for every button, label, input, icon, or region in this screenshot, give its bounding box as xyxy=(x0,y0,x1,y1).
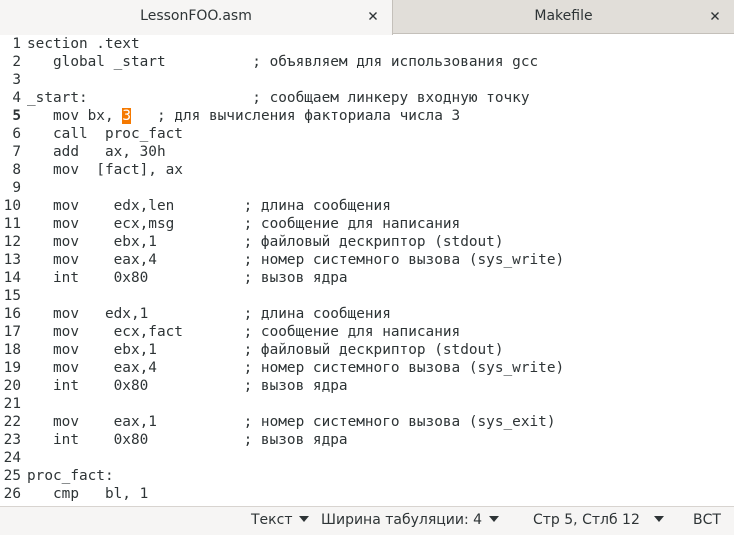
line-text: mov bx, 3 ; для вычисления факториала чи… xyxy=(27,107,460,125)
status-bar: Текст Ширина табуляции: 4 Стр 5, Стлб 12… xyxy=(0,506,734,535)
line-number: 18 xyxy=(3,342,21,358)
close-icon[interactable] xyxy=(708,9,722,23)
tab-width-selector[interactable]: Ширина табуляции: 4 xyxy=(321,512,500,528)
line-number: 17 xyxy=(3,324,21,340)
line-number: 16 xyxy=(3,306,21,322)
position-menu-button[interactable] xyxy=(654,512,664,528)
tab-makefile[interactable]: Makefile xyxy=(393,0,734,34)
line-number: 7 xyxy=(12,144,21,160)
line-number: 20 xyxy=(3,378,21,394)
line-text: section .text xyxy=(27,36,140,52)
line-number: 19 xyxy=(3,360,21,376)
line-text: mov ecx,fact ; сообщение для написания xyxy=(27,324,461,340)
tab-label: Makefile xyxy=(534,8,593,24)
close-icon[interactable] xyxy=(366,9,380,23)
line-text: mov edx,len ; длина сообщения xyxy=(27,198,391,214)
language-selector[interactable]: Текст xyxy=(251,512,310,528)
chevron-down-icon xyxy=(654,516,664,522)
line-text: call proc_fact xyxy=(27,126,183,142)
line-text: mov ecx,msg ; сообщение для написания xyxy=(27,216,461,232)
line-number: 3 xyxy=(12,72,21,88)
line-number: 14 xyxy=(3,270,21,286)
chevron-down-icon xyxy=(299,516,310,522)
line-number: 12 xyxy=(3,234,21,250)
line-text: mov [fact], ax xyxy=(27,162,183,178)
line-text: int 0x80 ; вызов ядра xyxy=(27,270,348,286)
line-number: 11 xyxy=(3,216,21,232)
line-text: int 0x80 ; вызов ядра xyxy=(27,378,348,394)
line-number: 13 xyxy=(3,252,21,268)
selected-text: 3 xyxy=(122,108,131,124)
line-number: 26 xyxy=(3,486,21,502)
line-number: 23 xyxy=(3,432,21,448)
line-text: global _start ; объявляем для использова… xyxy=(27,54,539,70)
tab-label: LessonFOO.asm xyxy=(140,8,252,24)
tab-lessonfoo-asm[interactable]: LessonFOO.asm xyxy=(0,0,393,35)
line-text: mov ebx,1 ; файловый дескриптор (stdout) xyxy=(27,342,504,358)
line-text: add ax, 30h xyxy=(27,144,166,160)
chevron-down-icon xyxy=(489,516,500,522)
line-number: 9 xyxy=(12,180,21,196)
line-number: 10 xyxy=(3,198,21,214)
line-number: 25 xyxy=(3,468,21,484)
line-number: 22 xyxy=(3,414,21,430)
line-number: 24 xyxy=(3,450,21,466)
code-editor[interactable]: 1 section .text 2 global _start ; объявляе… xyxy=(0,35,734,506)
line-number: 5 xyxy=(12,108,21,124)
line-number: 8 xyxy=(12,162,21,178)
tab-bar: LessonFOO.asm Makefile xyxy=(0,0,734,35)
line-text-before: mov bx, xyxy=(27,108,123,124)
line-text-after: ; для вычисления факториала числа 3 xyxy=(130,108,461,124)
line-text: _start: ; сообщаем линкеру входную точку xyxy=(27,90,530,106)
line-text: mov ebx,1 ; файловый дескриптор (stdout) xyxy=(27,234,504,250)
insert-mode[interactable]: ВСТ xyxy=(693,512,721,528)
line-number: 21 xyxy=(3,396,21,412)
line-number: 1 xyxy=(12,36,21,52)
line-text: proc_fact: xyxy=(27,468,114,484)
line-text: mov eax,4 ; номер системного вызова (sys… xyxy=(27,360,565,376)
line-number: 6 xyxy=(12,126,21,142)
line-number: 4 xyxy=(12,90,21,106)
line-text: cmp bl, 1 xyxy=(27,486,149,502)
line-text: mov eax,4 ; номер системного вызова (sys… xyxy=(27,252,565,268)
line-number: 2 xyxy=(12,54,21,70)
line-number: 15 xyxy=(3,288,21,304)
line-text: int 0x80 ; вызов ядра xyxy=(27,432,348,448)
line-text: mov edx,1 ; длина сообщения xyxy=(27,306,391,322)
line-text: mov eax,1 ; номер системного вызова (sys… xyxy=(27,414,556,430)
cursor-position[interactable]: Стр 5, Стлб 12 xyxy=(533,512,640,528)
